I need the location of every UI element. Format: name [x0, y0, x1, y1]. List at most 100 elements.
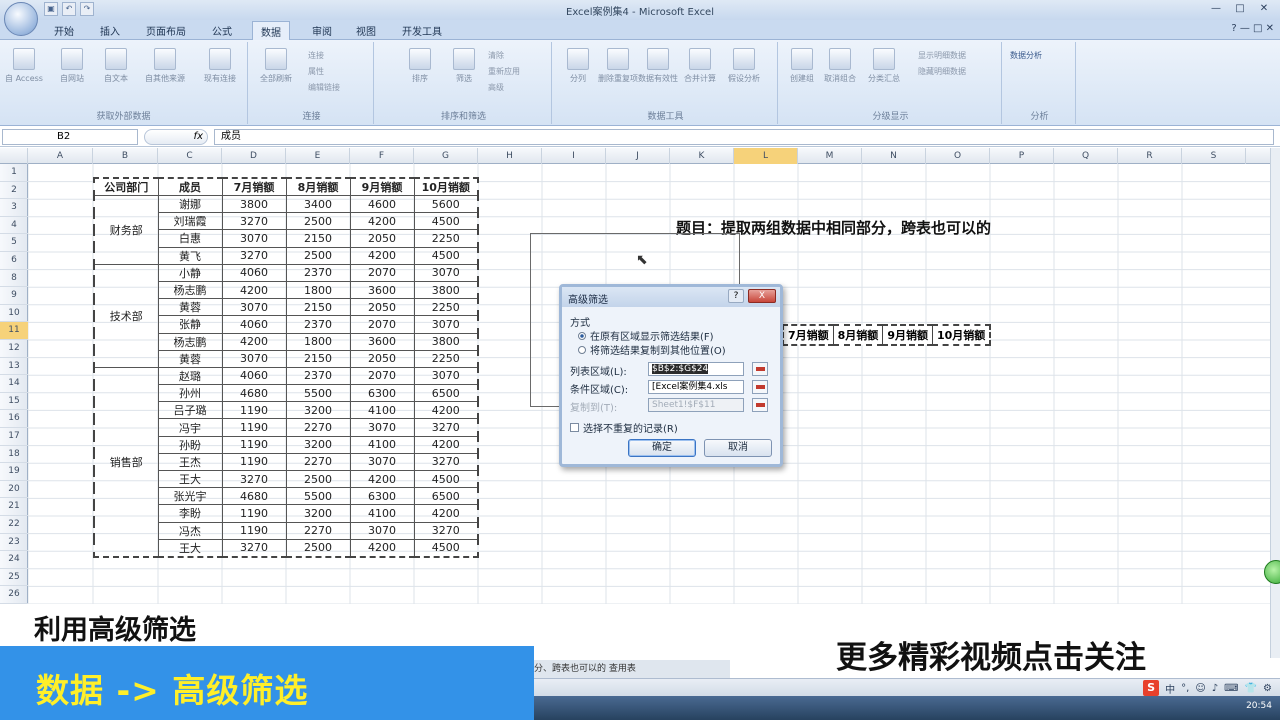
maximize-button[interactable]: □ [1228, 0, 1252, 18]
remove-duplicates-button[interactable]: 删除重复项 [598, 48, 638, 84]
sales-cell[interactable]: 4200 [349, 538, 415, 558]
sales-cell[interactable]: 3070 [221, 349, 287, 368]
filter-button[interactable]: 筛选 [444, 48, 484, 84]
column-header[interactable]: N [862, 148, 926, 164]
ungroup-button[interactable]: 取消组合 [820, 48, 860, 84]
member-cell[interactable]: 李盼 [157, 504, 223, 523]
column-header[interactable]: J [606, 148, 670, 164]
member-cell[interactable]: 张静 [157, 315, 223, 334]
sales-cell[interactable]: 4500 [413, 246, 479, 265]
sales-cell[interactable]: 3070 [221, 229, 287, 248]
member-cell[interactable]: 刘瑞霞 [157, 212, 223, 231]
row-header[interactable]: 3 [0, 199, 28, 217]
sales-cell[interactable]: 2050 [349, 349, 415, 368]
sales-cell[interactable]: 1190 [221, 452, 287, 472]
sales-data-table[interactable]: 公司部门 成员 7月销额 8月销额 9月销额 10月销额 财务部 谢娜 3800 34… [93, 177, 479, 558]
row-header[interactable]: 5 [0, 234, 28, 252]
name-box[interactable]: B2 [2, 129, 138, 145]
criteria-aug[interactable]: 8月销额 [832, 324, 884, 346]
row-header[interactable]: 26 [0, 586, 28, 604]
show-detail-button[interactable]: 显示明细数据 [918, 50, 966, 61]
edit-links-button[interactable]: 编辑链接 [308, 82, 340, 93]
sales-cell[interactable]: 3800 [221, 194, 287, 214]
member-cell[interactable]: 孙州 [157, 384, 223, 403]
existing-connections-button[interactable]: 现有连接 [200, 48, 240, 84]
row-header[interactable]: 18 [0, 446, 28, 464]
sales-cell[interactable]: 4200 [413, 401, 479, 420]
group-button[interactable]: 创建组 [782, 48, 822, 84]
sales-cell[interactable]: 4200 [221, 332, 287, 351]
sales-cell[interactable]: 4200 [349, 246, 415, 265]
consolidate-button[interactable]: 合并计算 [680, 48, 720, 84]
tab-insert[interactable]: 插入 [100, 23, 120, 38]
ribbon-window-controls[interactable]: ? — □ ✕ [1231, 23, 1274, 34]
sales-cell[interactable]: 3600 [349, 332, 415, 351]
sales-cell[interactable]: 2270 [285, 418, 351, 437]
connections-button[interactable]: 连接 [308, 50, 324, 61]
sales-cell[interactable]: 3270 [413, 521, 479, 540]
tab-home[interactable]: 开始 [54, 23, 74, 38]
column-header[interactable]: I [542, 148, 606, 164]
sales-cell[interactable]: 2270 [285, 452, 351, 472]
radio-icon[interactable] [578, 332, 586, 340]
sales-cell[interactable]: 3270 [221, 538, 287, 558]
sales-cell[interactable]: 2050 [349, 298, 415, 317]
sales-cell[interactable]: 4200 [221, 280, 287, 300]
row-header[interactable]: 22 [0, 516, 28, 534]
collapse-dialog-icon[interactable] [752, 362, 768, 376]
sales-cell[interactable]: 4060 [221, 315, 287, 334]
sales-cell[interactable]: 4060 [221, 366, 287, 386]
advanced-filter-button[interactable]: 高级 [488, 82, 504, 93]
sales-cell[interactable]: 5500 [285, 384, 351, 403]
sogou-ime-icon[interactable]: S [1143, 680, 1160, 696]
data-validation-button[interactable]: 数据有效性 [638, 48, 678, 84]
minimize-button[interactable]: — [1204, 0, 1228, 18]
sales-cell[interactable]: 3270 [413, 418, 479, 437]
column-header[interactable]: R [1118, 148, 1182, 164]
sales-cell[interactable]: 3200 [285, 401, 351, 420]
cancel-button[interactable]: 取消 [704, 439, 772, 457]
sales-cell[interactable]: 1800 [285, 332, 351, 351]
sales-cell[interactable]: 4500 [413, 538, 479, 558]
copy-to-input[interactable]: Sheet1!$F$11 [648, 398, 744, 412]
row-header[interactable]: 17 [0, 428, 28, 446]
row-header[interactable]: 12 [0, 340, 28, 358]
column-header[interactable]: E [286, 148, 350, 164]
sales-cell[interactable]: 5600 [413, 194, 479, 214]
sales-cell[interactable]: 6300 [349, 487, 415, 506]
sales-cell[interactable]: 3400 [285, 194, 351, 214]
refresh-all-button[interactable]: 全部刷新 [256, 48, 296, 84]
clock[interactable]: 20:54 [1246, 701, 1272, 711]
criteria-range[interactable]: 7月销额 8月销额 9月销额 10月销额 [782, 324, 992, 346]
row-header[interactable]: 10 [0, 305, 28, 323]
subtotal-button[interactable]: 分类汇总 [864, 48, 904, 84]
column-header[interactable]: D [222, 148, 286, 164]
header-dept[interactable]: 公司部门 [93, 177, 159, 196]
sales-cell[interactable]: 4100 [349, 435, 415, 454]
sales-cell[interactable]: 1190 [221, 504, 287, 523]
sales-cell[interactable]: 3200 [285, 435, 351, 454]
keyboard-icon[interactable]: ⌨ [1224, 683, 1238, 694]
microphone-icon[interactable]: ♪ [1212, 683, 1218, 694]
sales-cell[interactable]: 2500 [285, 246, 351, 265]
row-header[interactable]: 21 [0, 498, 28, 516]
tab-review[interactable]: 审阅 [312, 23, 332, 38]
column-header[interactable]: L [734, 148, 798, 164]
sales-cell[interactable]: 4200 [413, 435, 479, 454]
sales-cell[interactable]: 4200 [413, 504, 479, 523]
row-header[interactable]: 1 [0, 164, 28, 182]
sales-cell[interactable]: 2150 [285, 298, 351, 317]
row-header[interactable]: 13 [0, 358, 28, 376]
member-cell[interactable]: 孙盼 [157, 435, 223, 454]
collapse-dialog-icon[interactable] [752, 398, 768, 412]
header-member[interactable]: 成员 [157, 177, 223, 196]
sales-cell[interactable]: 2050 [349, 229, 415, 248]
row-header[interactable]: 14 [0, 375, 28, 393]
column-header[interactable]: M [798, 148, 862, 164]
sales-cell[interactable]: 4680 [221, 384, 287, 403]
sales-cell[interactable]: 2500 [285, 469, 351, 489]
row-header[interactable]: 9 [0, 287, 28, 305]
row-header[interactable]: 23 [0, 534, 28, 552]
sales-cell[interactable]: 3070 [413, 315, 479, 334]
sales-cell[interactable]: 3800 [413, 280, 479, 300]
